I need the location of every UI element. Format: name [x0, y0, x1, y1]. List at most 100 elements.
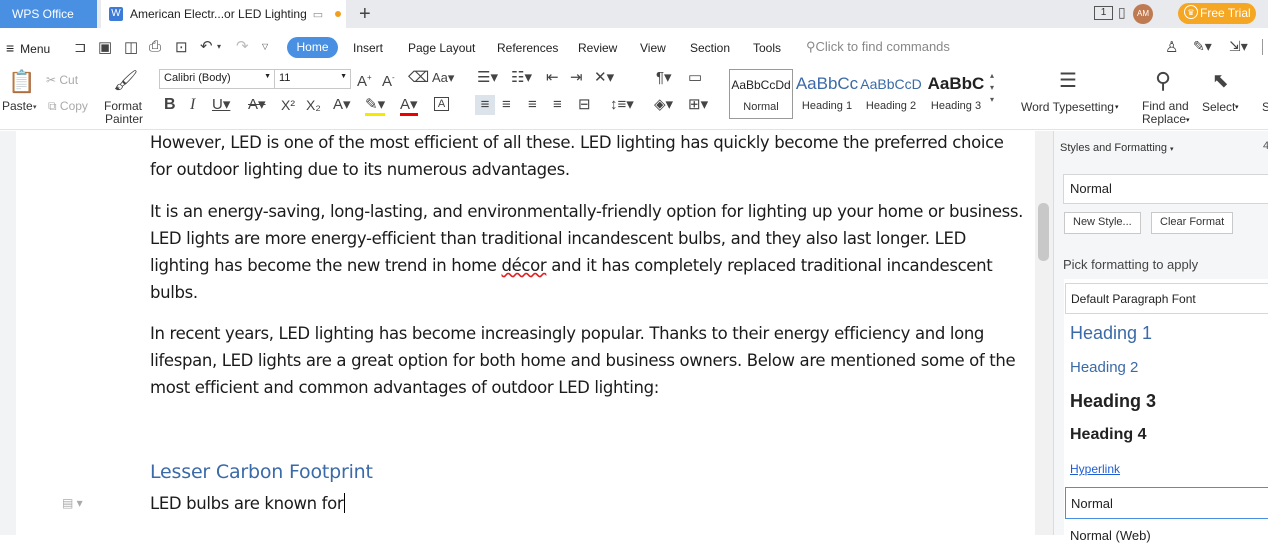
vertical-scrollbar[interactable] [1035, 131, 1053, 535]
panel-title[interactable]: Styles and Formatting ▾ [1060, 142, 1174, 154]
redo-icon[interactable]: ↷ [236, 37, 249, 55]
chinese-layout-icon[interactable]: ✕▾ [594, 70, 614, 86]
tab-references[interactable]: References [497, 41, 558, 55]
style-item-heading-4[interactable]: Heading 4 [1070, 426, 1146, 444]
highlight-icon[interactable]: ✎▾ [365, 97, 386, 116]
tab-section[interactable]: Section [690, 41, 730, 55]
superscript-icon[interactable]: X² [281, 97, 295, 113]
free-trial-button[interactable]: ♛ Free Trial [1178, 3, 1256, 24]
style-heading-1[interactable]: AaBbCc Heading 1 [795, 69, 859, 119]
font-color-icon[interactable]: A▾ [400, 97, 418, 116]
character-border-icon[interactable]: A [434, 97, 449, 111]
line-spacing-icon[interactable]: ↕≡▾ [610, 97, 634, 113]
spellcheck-word[interactable]: décor [502, 256, 547, 275]
panel-pin-icon[interactable]: 4 [1263, 140, 1268, 152]
style-normal[interactable]: AaBbCcDd Normal [729, 69, 793, 119]
avatar-initials: AM [1137, 9, 1149, 18]
decrease-font-size-icon[interactable]: A- [382, 70, 395, 90]
style-item-default-font[interactable]: Default Paragraph Font [1065, 283, 1268, 314]
tab-insert[interactable]: Insert [353, 41, 383, 55]
numbering-icon[interactable]: ☷▾ [511, 70, 532, 86]
justify-icon[interactable]: ≡ [553, 97, 562, 113]
find-replace-button[interactable]: ⚲ Find and Replace ▾ [1140, 68, 1194, 128]
borders-icon[interactable]: ⊞▾ [688, 97, 708, 113]
format-painter-button[interactable]: 🖌 Format Painter [102, 68, 146, 128]
text-effects-icon[interactable]: A▾ [333, 97, 351, 113]
ribbon-overflow-label[interactable]: S [1262, 101, 1268, 114]
paragraph-handle-icon[interactable]: ▤ ▾ [62, 496, 83, 510]
paste-button[interactable]: 📋 Paste ▾ [2, 68, 40, 122]
tab-home[interactable]: Home [287, 37, 338, 58]
copy-label: Copy [59, 99, 88, 113]
align-center-icon[interactable]: ≡ [502, 97, 511, 113]
italic-icon[interactable]: I [190, 97, 195, 113]
print-preview-icon[interactable]: ⊡ [175, 38, 188, 56]
clear-formatting-icon[interactable]: ⌫ [408, 70, 429, 86]
font-size-select[interactable]: 11 ▼ [274, 69, 351, 89]
style-item-heading-1[interactable]: Heading 1 [1070, 323, 1152, 344]
style-item-heading-3[interactable]: Heading 3 [1070, 391, 1156, 412]
decrease-indent-icon[interactable]: ⇤ [546, 70, 559, 86]
style-item-hyperlink[interactable]: Hyperlink [1070, 462, 1120, 476]
customize-dropdown-icon[interactable]: ▽ [262, 42, 268, 51]
print-icon[interactable]: ⎙ [149, 38, 161, 55]
style-heading-3[interactable]: AaBbC Heading 3 [924, 69, 988, 119]
align-left-icon[interactable]: ≡ [475, 95, 495, 115]
style-item-normal[interactable]: Normal [1065, 487, 1268, 519]
undo-dropdown-icon[interactable]: ▾ [217, 42, 221, 51]
increase-font-size-icon[interactable]: A+ [357, 70, 372, 90]
hamburger-menu-button[interactable]: ≡ Menu [6, 40, 50, 56]
select-button[interactable]: ⬉ Select ▾ [1200, 68, 1244, 122]
distribute-icon[interactable]: ⊟ [578, 97, 591, 113]
font-name-select[interactable]: Calibri (Body) ▼ [159, 69, 275, 89]
bold-icon[interactable]: B [164, 97, 176, 113]
export-pdf-icon[interactable]: ◫ [124, 38, 138, 56]
scrollbar-thumb[interactable] [1038, 203, 1049, 261]
edit-mode-icon[interactable]: ✎▾ [1193, 38, 1212, 55]
save-icon[interactable]: ▣ [98, 38, 112, 56]
align-right-icon[interactable]: ≡ [528, 97, 537, 113]
strikethrough-icon[interactable]: A▾ [248, 97, 266, 113]
paragraph-4[interactable]: LED bulbs are known for [150, 490, 1025, 517]
subscript-icon[interactable]: X₂ [306, 97, 321, 113]
style-item-heading-2[interactable]: Heading 2 [1070, 359, 1138, 376]
monitor-icon[interactable]: ▭ [313, 8, 323, 21]
wps-office-tab[interactable]: WPS Office [0, 0, 97, 28]
tab-review[interactable]: Review [578, 41, 617, 55]
command-search-placeholder: Click to find commands [815, 39, 950, 54]
share-user-icon[interactable]: ♙ [1165, 38, 1178, 56]
document-tab[interactable]: W American Electr...or LED Lighting ▭ [101, 0, 346, 28]
command-search[interactable]: ⚲Click to find commands [806, 39, 950, 55]
layout-icon[interactable]: ▯ [1118, 4, 1126, 21]
paragraph-3[interactable]: In recent years, LED lighting has become… [150, 320, 1025, 401]
document-canvas[interactable]: However, LED is one of the most efficien… [0, 131, 1035, 535]
bullets-icon[interactable]: ☰▾ [477, 70, 498, 86]
paragraph-1[interactable]: However, LED is one of the most efficien… [150, 129, 1025, 183]
copy-button[interactable]: ⧉ Copy [48, 99, 88, 115]
shading-icon[interactable]: ◈▾ [654, 97, 673, 113]
open-folder-icon[interactable]: ⊐ [74, 38, 87, 56]
paragraph-marks-icon[interactable]: ¶▾ [656, 70, 672, 86]
cut-button[interactable]: ✂ Cut [46, 73, 78, 89]
word-typesetting-button[interactable]: ☰ Word Typesetting ▾ [1018, 68, 1122, 122]
tab-tools[interactable]: Tools [753, 41, 781, 55]
more-options-icon[interactable]: ⇲▾ [1229, 38, 1248, 55]
change-case-icon[interactable]: Aa▾ [432, 70, 454, 86]
styles-scroll-icon[interactable]: ▴ ▾ ▾ [990, 70, 994, 106]
clear-format-button[interactable]: Clear Format [1151, 212, 1234, 234]
ruler-icon[interactable]: ▭ [688, 70, 702, 86]
style-heading-2[interactable]: AaBbCcD Heading 2 [859, 69, 923, 119]
undo-icon[interactable]: ↶ [200, 37, 213, 55]
avatar[interactable]: AM [1133, 4, 1153, 24]
window-count-badge[interactable]: 1 [1094, 6, 1113, 20]
paragraph-2[interactable]: It is an energy-saving, long-lasting, an… [150, 198, 1025, 306]
new-tab-plus-icon[interactable]: + [359, 3, 371, 26]
new-style-button[interactable]: New Style... [1064, 212, 1141, 234]
tab-view[interactable]: View [640, 41, 666, 55]
increase-indent-icon[interactable]: ⇥ [570, 70, 583, 86]
underline-icon[interactable]: U▾ [212, 97, 230, 113]
style-item-normal-web[interactable]: Normal (Web) [1070, 528, 1151, 543]
current-style-field[interactable]: Normal [1063, 174, 1268, 204]
tab-page-layout[interactable]: Page Layout [408, 41, 475, 55]
section-heading[interactable]: Lesser Carbon Footprint [150, 461, 373, 483]
